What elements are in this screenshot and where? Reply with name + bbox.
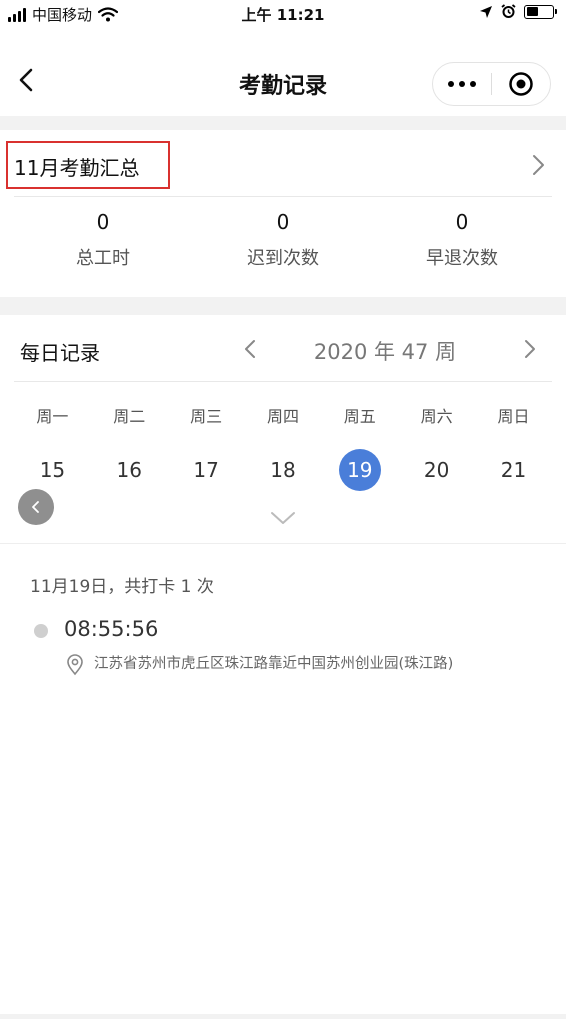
weekday-label: 周日 <box>497 407 530 426</box>
status-bar: 中国移动 上午 11:21 <box>0 0 566 30</box>
date-number: 20 <box>423 458 450 482</box>
date-number: 19 <box>338 449 381 491</box>
date-cell[interactable]: 20 <box>398 449 475 491</box>
date-number: 18 <box>270 458 296 482</box>
divider <box>14 381 552 382</box>
stat-label: 早退次数 <box>426 248 498 269</box>
section-divider <box>0 297 566 315</box>
prev-week-chevron-icon[interactable] <box>240 337 260 361</box>
summary-stats: 0 总工时 0 迟到次数 0 早退次数 <box>0 210 566 290</box>
stat-label: 迟到次数 <box>247 248 319 269</box>
weekday-label: 周四 <box>266 407 299 426</box>
weekday-label: 周一 <box>36 407 69 426</box>
weekday-label: 周二 <box>113 407 146 426</box>
date-cell[interactable]: 21 <box>475 449 552 491</box>
date-cell[interactable]: 15 <box>14 449 91 491</box>
date-cell[interactable]: 17 <box>168 449 245 491</box>
close-target-icon[interactable] <box>492 63 550 105</box>
nav-bar: 考勤记录 <box>0 44 566 116</box>
stat-total-hours: 0 总工时 <box>23 210 183 270</box>
monthly-summary-header[interactable]: 11月考勤汇总 <box>0 130 566 196</box>
location-arrow-icon <box>480 5 492 18</box>
weekday-label: 周三 <box>190 407 223 426</box>
stat-value: 0 <box>455 210 469 234</box>
more-dots-icon[interactable] <box>433 63 491 105</box>
punch-time: 08:55:56 <box>64 617 159 641</box>
monthly-summary-title: 11月考勤汇总 <box>14 156 140 180</box>
status-right <box>479 4 557 19</box>
bottom-band <box>0 1014 566 1019</box>
date-cell[interactable]: 16 <box>91 449 168 491</box>
battery-icon <box>524 4 557 19</box>
divider <box>0 543 566 544</box>
punch-location: 江苏省苏州市虎丘区珠江路靠近中国苏州创业园(珠江路) <box>94 656 454 672</box>
date-number: 21 <box>500 458 527 482</box>
timeline-dot <box>34 624 48 638</box>
stat-early-leave-count: 0 早退次数 <box>382 210 542 270</box>
weekday-label: 周五 <box>343 407 376 426</box>
stat-value: 0 <box>276 210 290 234</box>
week-label: 2020 年 47 周 <box>313 340 457 364</box>
floating-back-button[interactable] <box>18 489 54 525</box>
location-pin-icon <box>67 654 83 676</box>
mini-program-capsule <box>432 62 551 106</box>
next-week-chevron-icon[interactable] <box>520 337 540 361</box>
expand-chevron-down-icon[interactable] <box>270 508 296 526</box>
daily-records-title: 每日记录 <box>20 341 100 365</box>
divider <box>14 196 552 197</box>
date-cell[interactable]: 18 <box>245 449 322 491</box>
weekday-label: 周六 <box>420 407 453 426</box>
date-number: 16 <box>116 458 142 482</box>
section-divider <box>0 116 566 130</box>
alarm-icon <box>501 4 516 18</box>
date-number: 15 <box>39 458 66 482</box>
date-cell-selected[interactable]: 19 <box>321 449 398 491</box>
chevron-right-icon <box>533 155 544 175</box>
stat-value: 0 <box>96 210 110 234</box>
chevron-left-icon <box>32 501 39 513</box>
record-summary: 11月19日，共打卡 1 次 <box>30 577 214 597</box>
week-dates: 15 16 17 18 19 20 21 <box>14 449 552 491</box>
stat-label: 总工时 <box>76 248 130 269</box>
weekday-header: 周一 周二 周三 周四 周五 周六 周日 <box>14 403 552 427</box>
date-number: 17 <box>193 458 219 482</box>
stat-late-count: 0 迟到次数 <box>203 210 363 270</box>
